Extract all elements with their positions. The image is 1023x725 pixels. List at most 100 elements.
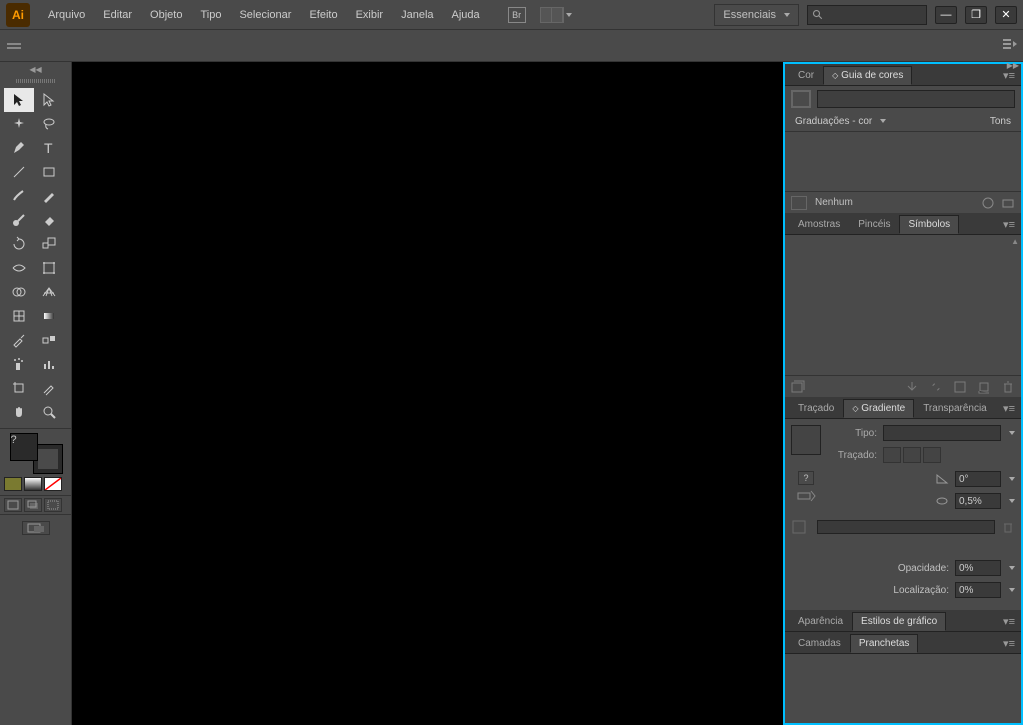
base-color-swatch[interactable] (791, 90, 811, 108)
panel-menu-icon[interactable]: ▾≡ (997, 215, 1021, 234)
gradient-stop-swatch[interactable] (791, 519, 811, 535)
edit-colors-icon[interactable] (981, 196, 995, 210)
location-input[interactable] (955, 582, 1001, 598)
rectangle-tool[interactable] (34, 160, 64, 184)
symbol-libraries-icon[interactable] (791, 380, 805, 394)
window-close-button[interactable]: ✕ (995, 6, 1017, 24)
chevron-down-icon[interactable] (1009, 566, 1015, 570)
menu-efeito[interactable]: Efeito (301, 5, 345, 25)
free-transform-tool[interactable] (34, 256, 64, 280)
panel-menu-icon[interactable]: ▾≡ (997, 612, 1021, 631)
fill-stroke-proxy[interactable]: ? (6, 433, 66, 473)
magic-wand-tool[interactable] (4, 112, 34, 136)
gradient-fill-stroke-toggle[interactable]: ? (798, 471, 814, 485)
menu-ajuda[interactable]: Ajuda (444, 5, 488, 25)
menu-arquivo[interactable]: Arquivo (40, 5, 93, 25)
gradient-slider[interactable] (817, 520, 995, 534)
menu-objeto[interactable]: Objeto (142, 5, 190, 25)
draw-normal-icon[interactable] (4, 498, 22, 512)
fill-swatch[interactable]: ? (10, 433, 38, 461)
limit-colors-icon[interactable] (791, 196, 807, 210)
canvas[interactable] (72, 62, 783, 725)
angle-input[interactable] (955, 471, 1001, 487)
reverse-gradient-icon[interactable] (796, 489, 816, 503)
arrange-docs-icon[interactable] (540, 7, 564, 23)
width-tool[interactable] (4, 256, 34, 280)
column-graph-tool[interactable] (34, 352, 64, 376)
panel-menu-icon[interactable]: ▾≡ (997, 399, 1021, 418)
save-group-icon[interactable] (1001, 196, 1015, 210)
gradient-mode-swatch[interactable] (24, 477, 42, 491)
rotate-tool[interactable] (4, 232, 34, 256)
gradient-preview-swatch[interactable] (791, 425, 821, 455)
panel-options-icon[interactable] (1003, 39, 1017, 52)
menu-tipo[interactable]: Tipo (192, 5, 229, 25)
pencil-tool[interactable] (34, 184, 64, 208)
menu-selecionar[interactable]: Selecionar (231, 5, 299, 25)
chevron-down-icon[interactable] (1009, 499, 1015, 503)
color-mode-swatch[interactable] (4, 477, 22, 491)
screen-mode-icon[interactable] (22, 521, 50, 535)
symbol-options-icon[interactable] (953, 380, 967, 394)
scale-tool[interactable] (34, 232, 64, 256)
draw-behind-icon[interactable] (24, 498, 42, 512)
panel-menu-icon[interactable]: ▾≡ (997, 634, 1021, 653)
symbols-list[interactable]: ▲ (785, 235, 1021, 375)
chevron-down-icon[interactable] (1009, 477, 1015, 481)
line-tool[interactable] (4, 160, 34, 184)
delete-symbol-icon[interactable] (1001, 380, 1015, 394)
opacity-input[interactable] (955, 560, 1001, 576)
mesh-tool[interactable] (4, 304, 34, 328)
stroke-align-2[interactable] (903, 447, 921, 463)
tab-tracado[interactable]: Traçado (789, 399, 843, 418)
collapse-toolbar-icon[interactable]: ◀◀ (0, 62, 71, 76)
tab-estilos-grafico[interactable]: Estilos de gráfico (852, 612, 946, 631)
shape-builder-tool[interactable] (4, 280, 34, 304)
break-link-icon[interactable] (929, 380, 943, 394)
harmony-bar[interactable] (817, 90, 1015, 108)
eyedropper-tool[interactable] (4, 328, 34, 352)
scroll-up-icon[interactable]: ▲ (1011, 237, 1019, 246)
tab-camadas[interactable]: Camadas (789, 634, 850, 653)
none-mode-swatch[interactable] (44, 477, 62, 491)
tab-guia-de-cores[interactable]: ◇ Guia de cores (823, 66, 912, 85)
blend-tool[interactable] (34, 328, 64, 352)
eraser-tool[interactable] (34, 208, 64, 232)
slice-tool[interactable] (34, 376, 64, 400)
tab-simbolos[interactable]: Símbolos (899, 215, 959, 234)
tab-transparencia[interactable]: Transparência (914, 399, 996, 418)
graduacoes-label[interactable]: Graduações - cor (795, 116, 886, 127)
hand-tool[interactable] (4, 400, 34, 424)
stroke-align-1[interactable] (883, 447, 901, 463)
gradient-type-select[interactable] (883, 425, 1001, 441)
direct-selection-tool[interactable] (34, 88, 64, 112)
selection-tool[interactable] (4, 88, 34, 112)
symbol-sprayer-tool[interactable] (4, 352, 34, 376)
window-restore-button[interactable]: ❐ (965, 6, 987, 24)
aspect-ratio-input[interactable] (955, 493, 1001, 509)
stroke-align-3[interactable] (923, 447, 941, 463)
delete-stop-icon[interactable] (1001, 520, 1015, 534)
stroke-swatch[interactable] (34, 445, 62, 473)
control-toggle-icon[interactable] (6, 39, 22, 53)
panel-grip[interactable] (0, 76, 71, 86)
tab-aparencia[interactable]: Aparência (789, 612, 852, 631)
new-symbol-icon[interactable] (977, 380, 991, 394)
paintbrush-tool[interactable] (4, 184, 34, 208)
tab-gradiente[interactable]: ◇ Gradiente (843, 399, 914, 418)
tab-pinceis[interactable]: Pincéis (849, 215, 899, 234)
type-tool[interactable]: T (34, 136, 64, 160)
zoom-tool[interactable] (34, 400, 64, 424)
tab-pranchetas[interactable]: Pranchetas (850, 634, 919, 653)
tab-amostras[interactable]: Amostras (789, 215, 849, 234)
gradient-tool[interactable] (34, 304, 64, 328)
color-guide-grid[interactable] (785, 131, 1021, 191)
expand-dock-icon[interactable]: ▶▶ (1007, 61, 1019, 70)
workspace-switcher[interactable]: Essenciais (714, 4, 799, 26)
perspective-grid-tool[interactable] (34, 280, 64, 304)
artboard-tool[interactable] (4, 376, 34, 400)
menu-janela[interactable]: Janela (393, 5, 441, 25)
bridge-icon[interactable]: Br (508, 7, 526, 23)
tab-cor[interactable]: Cor (789, 66, 823, 85)
blob-brush-tool[interactable] (4, 208, 34, 232)
